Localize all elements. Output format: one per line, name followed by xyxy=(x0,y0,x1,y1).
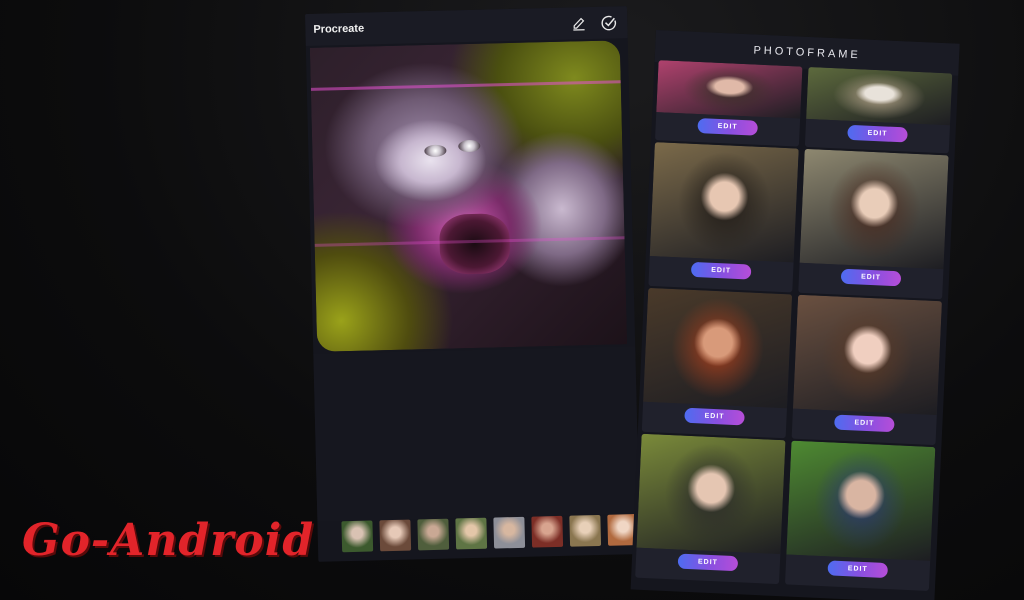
edit-button[interactable]: EDIT xyxy=(834,414,895,433)
frame-card[interactable]: EDIT xyxy=(648,142,799,293)
frame-photo[interactable] xyxy=(649,142,799,263)
artwork-eye-right xyxy=(458,139,481,153)
zombie-artwork[interactable] xyxy=(309,40,628,352)
filter-thumbnail[interactable] xyxy=(569,514,602,547)
filter-thumbnail[interactable] xyxy=(455,517,488,550)
frame-card[interactable]: EDIT xyxy=(641,287,793,439)
frame-photo[interactable] xyxy=(792,294,942,416)
editor-screen: Procreate xyxy=(305,6,641,562)
edit-button[interactable]: EDIT xyxy=(697,117,758,136)
frame-card[interactable]: EDIT xyxy=(635,433,786,585)
edit-button[interactable]: EDIT xyxy=(677,553,739,572)
frame-card[interactable]: EDIT xyxy=(784,440,936,591)
frame-photo[interactable] xyxy=(636,433,786,555)
editor-empty-area xyxy=(313,346,640,522)
check-circle-icon[interactable] xyxy=(599,13,617,31)
frame-card[interactable]: EDIT xyxy=(798,148,949,300)
edit-button[interactable]: EDIT xyxy=(827,560,889,579)
edit-button[interactable]: EDIT xyxy=(684,407,745,426)
editor-title: Procreate xyxy=(313,22,365,36)
photoframe-screen: PHOTOFRAME EDIT EDIT EDIT EDIT EDIT EDIT EDIT E… xyxy=(630,30,960,600)
frame-photo[interactable] xyxy=(656,60,803,119)
filter-thumbnail[interactable] xyxy=(417,518,450,551)
filter-thumbnail-strip xyxy=(341,514,640,555)
filter-thumbnail[interactable] xyxy=(531,515,564,548)
artwork-glitch-line xyxy=(310,80,621,91)
filter-thumbnail[interactable] xyxy=(493,516,526,549)
filter-thumbnail[interactable] xyxy=(341,520,374,553)
frame-photo[interactable] xyxy=(806,66,953,126)
pencil-icon[interactable] xyxy=(569,14,587,32)
frame-card[interactable]: EDIT xyxy=(791,294,942,446)
frame-photo[interactable] xyxy=(786,440,936,561)
frame-photo[interactable] xyxy=(643,287,793,409)
filter-thumbnail[interactable] xyxy=(379,519,412,552)
edit-button[interactable]: EDIT xyxy=(840,268,902,287)
artwork-mouth xyxy=(438,213,511,275)
frame-card[interactable]: EDIT xyxy=(804,66,953,154)
editor-toolbar: Procreate xyxy=(305,6,628,46)
edit-button[interactable]: EDIT xyxy=(847,124,908,143)
frame-photo[interactable] xyxy=(799,148,949,270)
photoframe-title: PHOTOFRAME xyxy=(753,44,862,62)
frame-card[interactable]: EDIT xyxy=(655,60,803,147)
editor-actions xyxy=(569,13,617,32)
edit-button[interactable]: EDIT xyxy=(690,261,752,280)
artwork-eye-left xyxy=(424,144,447,158)
go-android-logo: Go-Android xyxy=(22,515,315,566)
